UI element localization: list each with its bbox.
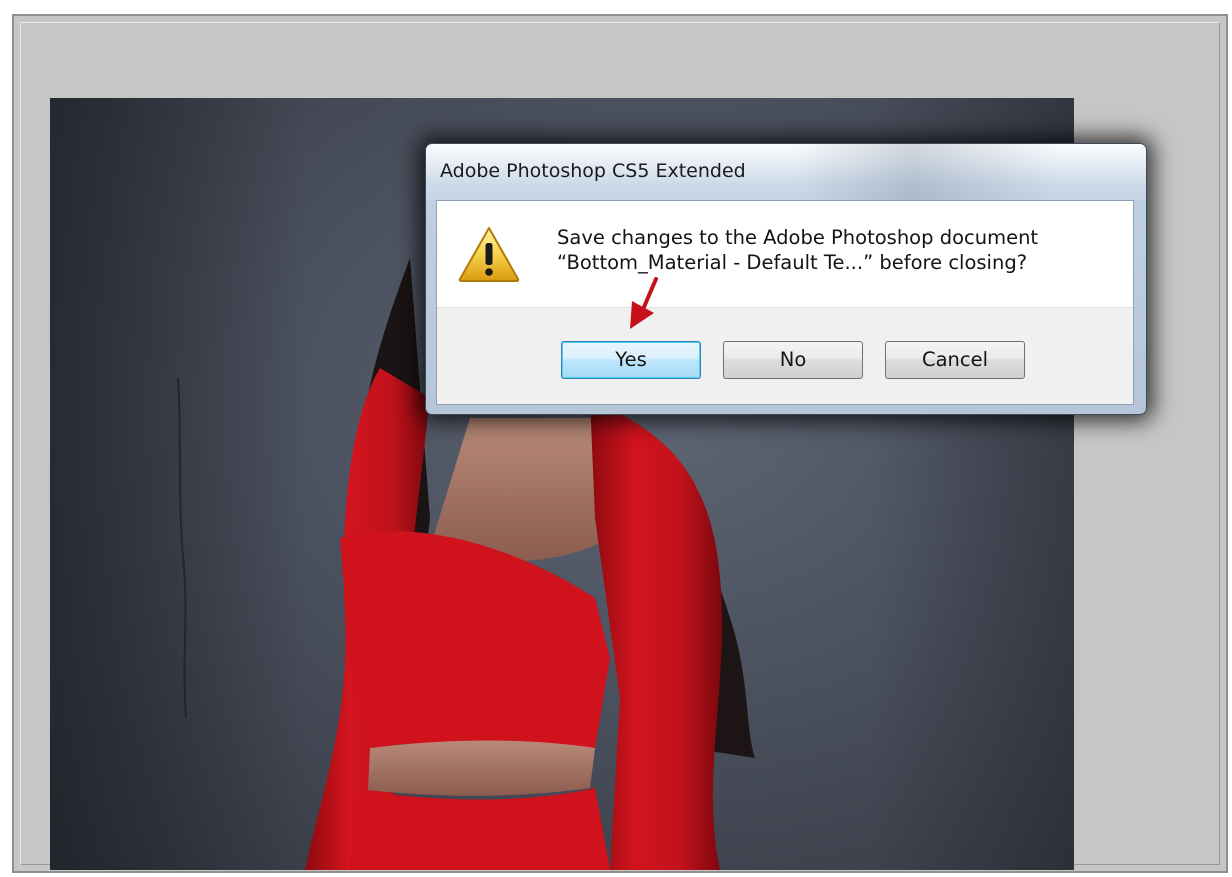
message-line-1: Save changes to the Adobe Photoshop docu… bbox=[557, 226, 1039, 249]
no-button[interactable]: No bbox=[723, 341, 863, 379]
dialog-message: Save changes to the Adobe Photoshop docu… bbox=[557, 225, 1038, 275]
warning-icon bbox=[458, 227, 520, 282]
red-arrow-pointer-icon bbox=[630, 277, 658, 329]
save-changes-dialog: Adobe Photoshop CS5 Extended Save change… bbox=[425, 143, 1147, 415]
dialog-title: Adobe Photoshop CS5 Extended bbox=[440, 160, 746, 182]
message-line-2: “Bottom_Material - Default Te...” before… bbox=[557, 251, 1028, 274]
yes-button[interactable]: Yes bbox=[561, 341, 701, 379]
cancel-button[interactable]: Cancel bbox=[885, 341, 1025, 379]
dialog-body: Save changes to the Adobe Photoshop docu… bbox=[436, 200, 1134, 405]
dialog-titlebar[interactable]: Adobe Photoshop CS5 Extended bbox=[426, 144, 1146, 200]
